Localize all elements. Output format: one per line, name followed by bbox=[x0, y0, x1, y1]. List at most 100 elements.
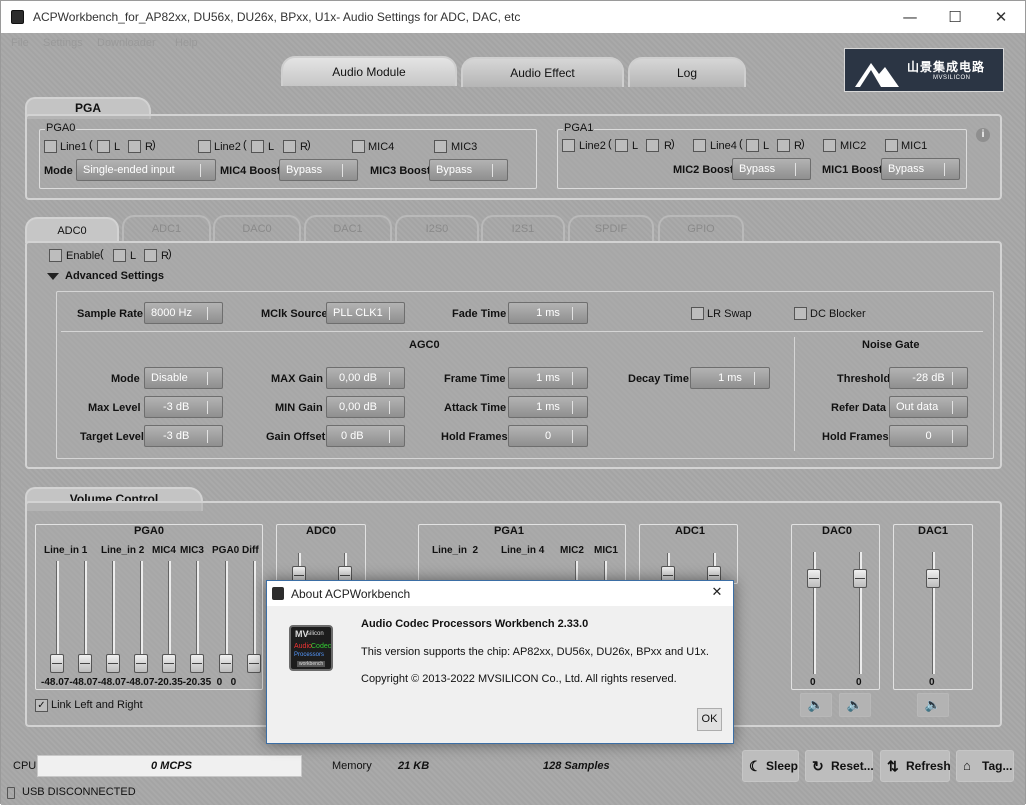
tab-dac0[interactable]: DAC0 bbox=[213, 215, 301, 241]
tab-adc1[interactable]: ADC1 bbox=[122, 215, 211, 241]
attack-time-field[interactable]: 1 ms bbox=[508, 396, 588, 418]
decay-time-field[interactable]: 1 ms bbox=[690, 367, 770, 389]
tag-button[interactable]: ⌂ Tag... bbox=[956, 750, 1014, 782]
min-gain-field[interactable]: 0,00 dB bbox=[326, 396, 405, 418]
pga1-mic2-checkbox[interactable] bbox=[823, 139, 836, 152]
max-gain-field[interactable]: 0,00 dB bbox=[326, 367, 405, 389]
maximize-button[interactable]: ☐ bbox=[932, 1, 978, 33]
adc0-l-checkbox[interactable] bbox=[113, 249, 126, 262]
adc0-r-checkbox[interactable] bbox=[144, 249, 157, 262]
tab-dac1[interactable]: DAC1 bbox=[304, 215, 392, 241]
reset-button[interactable]: ↻ Reset... bbox=[805, 750, 874, 782]
info-icon[interactable]: i bbox=[976, 128, 990, 142]
agc-mode-select[interactable]: Disable bbox=[144, 367, 223, 389]
sample-rate-select[interactable]: 8000 Hz bbox=[144, 302, 223, 324]
slider-knob[interactable] bbox=[134, 654, 148, 673]
slider-knob[interactable] bbox=[853, 569, 867, 588]
ng-hold-frames-field[interactable]: 0 bbox=[889, 425, 968, 447]
pga0-line2-l-checkbox[interactable] bbox=[251, 140, 264, 153]
target-level-field[interactable]: -3 dB bbox=[144, 425, 223, 447]
sleep-button[interactable]: ☾ Sleep bbox=[742, 750, 799, 782]
pga0-col-line-in-1: Line_in 1 bbox=[44, 545, 88, 556]
lr-swap-label: LR Swap bbox=[707, 308, 752, 320]
tab-i2s0[interactable]: I2S0 bbox=[395, 215, 479, 241]
pga1-line2-r-checkbox[interactable] bbox=[646, 139, 659, 152]
tab-gpio[interactable]: GPIO bbox=[658, 215, 744, 241]
tab-audio-module[interactable]: Audio Module bbox=[281, 56, 457, 86]
slider-knob[interactable] bbox=[247, 654, 261, 673]
about-close-button[interactable]: ✕ bbox=[705, 585, 729, 603]
slider-knob[interactable] bbox=[50, 654, 64, 673]
max-gain-label: MAX Gain bbox=[271, 373, 323, 385]
menu-settings[interactable]: Settings bbox=[43, 37, 83, 49]
slider-knob[interactable] bbox=[219, 654, 233, 673]
dac0-left-speaker-icon[interactable]: 🔈 bbox=[800, 693, 832, 717]
threshold-field[interactable]: -28 dB bbox=[889, 367, 968, 389]
pga1-mic1-boost-select[interactable]: Bypass bbox=[881, 158, 960, 180]
agc-mode-label: Mode bbox=[111, 373, 140, 385]
dac0-right-speaker-icon[interactable]: 🔈 bbox=[839, 693, 871, 717]
gain-offset-field[interactable]: 0 dB bbox=[326, 425, 405, 447]
dac0-right-value: 0 bbox=[856, 677, 862, 688]
dac0-volume-group bbox=[791, 524, 880, 690]
close-button[interactable]: ✕ bbox=[978, 1, 1024, 33]
collapse-triangle-icon[interactable] bbox=[47, 273, 59, 280]
pga0-line1-l-checkbox[interactable] bbox=[97, 140, 110, 153]
pga1-line4-label: Line4 bbox=[710, 140, 737, 152]
dac1-speaker-icon[interactable]: 🔈 bbox=[917, 693, 949, 717]
refresh-button[interactable]: ⇅ Refresh bbox=[880, 750, 951, 782]
tab-spdif[interactable]: SPDIF bbox=[568, 215, 654, 241]
slider-knob[interactable] bbox=[106, 654, 120, 673]
frame-time-field[interactable]: 1 ms bbox=[508, 367, 588, 389]
slider-knob[interactable] bbox=[190, 654, 204, 673]
tab-audio-effect[interactable]: Audio Effect bbox=[461, 57, 624, 87]
mclk-source-select[interactable]: PLL CLK1 bbox=[326, 302, 405, 324]
menu-help[interactable]: Help bbox=[175, 37, 198, 49]
pga0-line2-label: Line2 bbox=[214, 141, 241, 153]
tab-adc0[interactable]: ADC0 bbox=[25, 217, 119, 243]
pga1-line2-paren-close: ) bbox=[671, 138, 675, 150]
fade-time-field[interactable]: 1 ms bbox=[508, 302, 588, 324]
about-ok-button[interactable]: OK bbox=[697, 708, 722, 731]
dc-blocker-checkbox[interactable] bbox=[794, 307, 807, 320]
pga1-line4-checkbox[interactable] bbox=[693, 139, 706, 152]
hold-frames-field[interactable]: 0 bbox=[508, 425, 588, 447]
pga0-mic4-boost-select[interactable]: Bypass bbox=[279, 159, 358, 181]
pga1-line4-r-checkbox[interactable] bbox=[777, 139, 790, 152]
about-dialog-header: About ACPWorkbench ✕ bbox=[267, 581, 733, 606]
slider-knob[interactable] bbox=[926, 569, 940, 588]
pga0-line2-checkbox[interactable] bbox=[198, 140, 211, 153]
slider-knob[interactable] bbox=[78, 654, 92, 673]
slider-knob[interactable] bbox=[807, 569, 821, 588]
advanced-settings-label[interactable]: Advanced Settings bbox=[65, 270, 164, 282]
pga1-line2-checkbox[interactable] bbox=[562, 139, 575, 152]
usb-icon bbox=[7, 787, 15, 799]
sample-rate-label: Sample Rate bbox=[77, 308, 144, 320]
pga0-mic4-checkbox[interactable] bbox=[352, 140, 365, 153]
pga0-line1-checkbox[interactable] bbox=[44, 140, 57, 153]
pga0-mic3-boost-select[interactable]: Bypass bbox=[429, 159, 508, 181]
pga1-mic1-checkbox[interactable] bbox=[885, 139, 898, 152]
lr-swap-checkbox[interactable] bbox=[691, 307, 704, 320]
adc0-enable-checkbox[interactable] bbox=[49, 249, 62, 262]
pga0-line1-paren-close: ) bbox=[152, 139, 156, 151]
refer-data-select[interactable]: Out data bbox=[889, 396, 968, 418]
minimize-button[interactable]: — bbox=[887, 1, 933, 33]
link-left-right-checkbox[interactable]: ✓ bbox=[35, 699, 48, 712]
usb-status: USB DISCONNECTED bbox=[22, 786, 136, 798]
pga0-line1-r-checkbox[interactable] bbox=[128, 140, 141, 153]
tab-log[interactable]: Log bbox=[628, 57, 746, 87]
pga1-line4-l-checkbox[interactable] bbox=[746, 139, 759, 152]
max-level-field[interactable]: -3 dB bbox=[144, 396, 223, 418]
pga1-line2-l-checkbox[interactable] bbox=[615, 139, 628, 152]
about-dialog: About ACPWorkbench ✕ MV silicon Audio Co… bbox=[266, 580, 734, 744]
tab-i2s1[interactable]: I2S1 bbox=[481, 215, 565, 241]
menu-file[interactable]: File bbox=[11, 37, 29, 49]
dac0-volume-title: DAC0 bbox=[822, 525, 852, 537]
pga1-mic2-boost-select[interactable]: Bypass bbox=[732, 158, 811, 180]
pga0-mic3-checkbox[interactable] bbox=[434, 140, 447, 153]
pga0-mode-select[interactable]: Single-ended input bbox=[76, 159, 216, 181]
menu-downloader[interactable]: Downloader bbox=[97, 37, 156, 49]
pga0-line2-r-checkbox[interactable] bbox=[283, 140, 296, 153]
slider-knob[interactable] bbox=[162, 654, 176, 673]
